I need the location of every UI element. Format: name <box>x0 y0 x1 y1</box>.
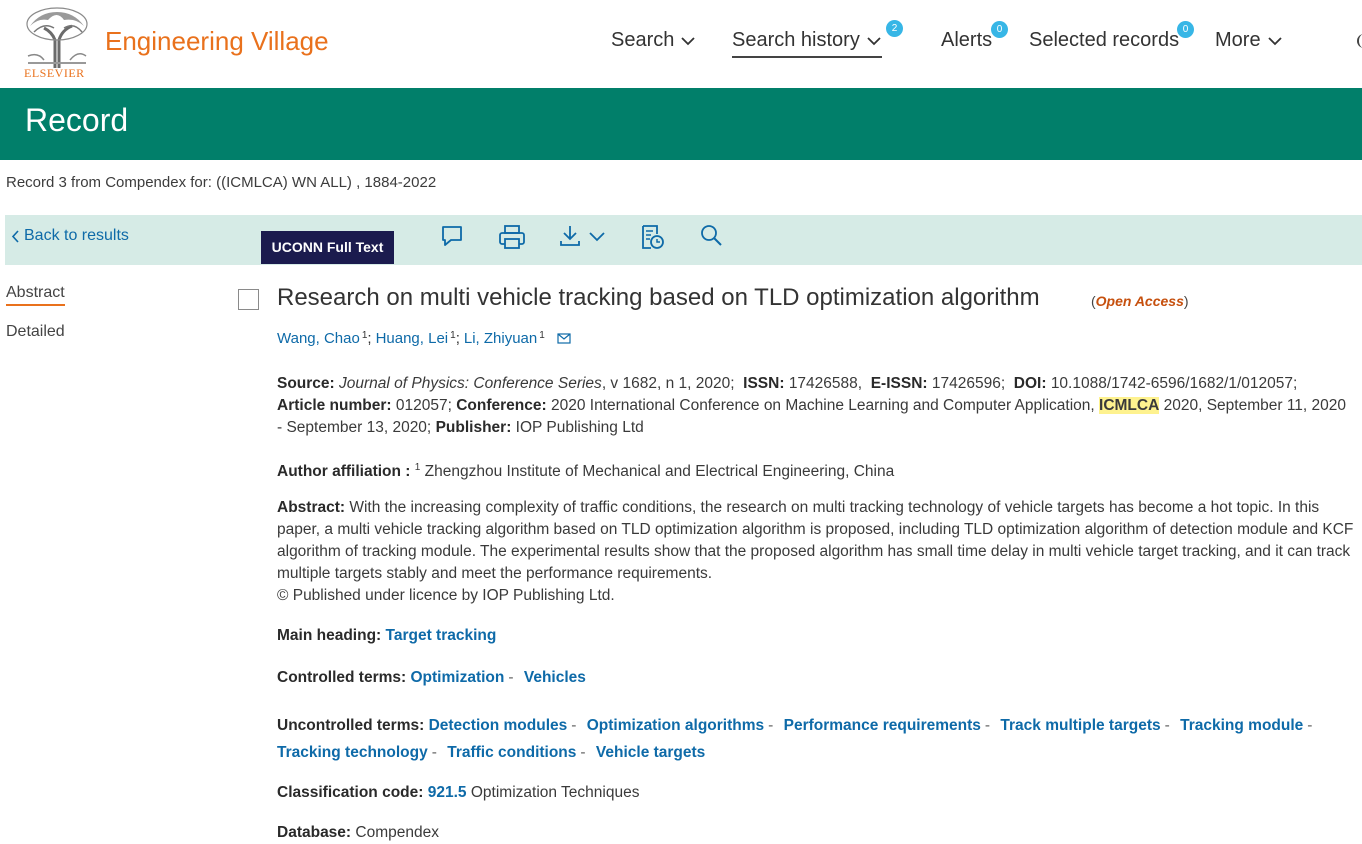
record-title: Research on multi vehicle tracking based… <box>277 284 1040 311</box>
back-to-results-label: Back to results <box>24 227 129 244</box>
journal-name: Journal of Physics: Conference Series <box>339 375 602 392</box>
classification-code-link[interactable]: 921.5 <box>428 784 467 801</box>
main-heading-field: Main heading: Target tracking <box>277 627 497 644</box>
author-affiliation-sup: 1 <box>539 330 545 341</box>
controlled-terms-field: Controlled terms: Optimization - Vehicles <box>277 669 586 686</box>
search-term-highlight: ICMLCA <box>1099 397 1160 414</box>
nav-search-history-label: Search history <box>732 29 860 51</box>
affiliation-field: Author affiliation : 1 Zhengzhou Institu… <box>277 462 895 481</box>
alerts-count-badge: 0 <box>991 21 1008 38</box>
tab-detailed[interactable]: Detailed <box>6 323 65 341</box>
author-link[interactable]: Li, Zhiyuan <box>464 330 537 347</box>
open-access-text: Open Access <box>1095 293 1184 309</box>
page-banner: Record <box>0 88 1362 160</box>
uncontrolled-term-link[interactable]: Track multiple targets <box>1000 717 1160 734</box>
uncontrolled-term-link[interactable]: Performance requirements <box>784 717 981 734</box>
chevron-down-icon <box>1267 36 1282 45</box>
controlled-term-link[interactable]: Optimization <box>411 669 505 686</box>
uncontrolled-terms-field: Uncontrolled terms: Detection modules - O… <box>277 717 1313 761</box>
nav-search[interactable]: Search <box>611 29 696 52</box>
abstract-field: Abstract: With the increasing complexity… <box>277 499 1354 604</box>
chevron-left-icon <box>11 229 19 243</box>
search-history-count-badge: 2 <box>886 20 903 37</box>
uncontrolled-term-link[interactable]: Tracking technology <box>277 744 428 761</box>
database-field: Database: Compendex <box>277 824 439 841</box>
source-field: Source: Journal of Physics: Conference S… <box>277 375 1347 436</box>
select-record-checkbox[interactable] <box>238 289 259 310</box>
nav-search-label: Search <box>611 29 675 51</box>
top-header: ELSEVIER Engineering Village Search Sear… <box>0 0 1362 88</box>
history-icon[interactable] <box>639 223 667 253</box>
email-icon[interactable] <box>557 333 571 344</box>
uncontrolled-term-link[interactable]: Optimization algorithms <box>587 717 764 734</box>
chevron-down-icon <box>681 36 696 45</box>
tab-abstract[interactable]: Abstract <box>6 284 65 306</box>
author-link[interactable]: Wang, Chao <box>277 330 360 347</box>
chevron-down-icon <box>867 36 881 45</box>
download-icon[interactable] <box>558 223 608 249</box>
record-toolbar: Back to results UCONN Full Text <box>5 215 1362 265</box>
uncontrolled-term-link[interactable]: Vehicle targets <box>596 744 705 761</box>
classification-field: Classification code: 921.5 Optimization … <box>277 784 640 801</box>
nav-selected-records-label: Selected records <box>1029 29 1180 51</box>
nav-search-history[interactable]: Search history <box>732 29 882 58</box>
uncontrolled-term-link[interactable]: Detection modules <box>429 717 568 734</box>
comment-icon[interactable] <box>439 223 465 249</box>
abstract-text: With the increasing complexity of traffi… <box>277 499 1354 582</box>
uncontrolled-term-link[interactable]: Tracking module <box>1180 717 1303 734</box>
elsevier-tree-logo-icon[interactable] <box>24 6 90 68</box>
author-link[interactable]: Huang, Lei <box>376 330 449 347</box>
nav-alerts[interactable]: Alerts <box>941 29 992 52</box>
selected-records-count-badge: 0 <box>1177 21 1194 38</box>
search-icon[interactable] <box>699 223 725 249</box>
full-text-button[interactable]: UCONN Full Text <box>261 231 394 264</box>
open-access-label: (Open Access) <box>1091 293 1189 309</box>
page-title: Record <box>25 102 129 138</box>
doi-value: 10.1088/1742-6596/1682/1/012057; <box>1050 375 1298 392</box>
controlled-term-link[interactable]: Vehicles <box>524 669 586 686</box>
brand-name[interactable]: Engineering Village <box>105 26 329 57</box>
nav-alerts-label: Alerts <box>941 29 993 51</box>
author-list: Wang, Chao 1; Huang, Lei 1; Li, Zhiyuan 1 <box>277 330 571 347</box>
uncontrolled-term-link[interactable]: Traffic conditions <box>447 744 576 761</box>
main-heading-link[interactable]: Target tracking <box>386 627 497 644</box>
record-source-info: Record 3 from Compendex for: ((ICMLCA) W… <box>6 174 437 191</box>
copyright-notice: © Published under licence by IOP Publish… <box>277 587 615 604</box>
nav-more[interactable]: More <box>1215 29 1283 52</box>
user-menu-icon[interactable] <box>1357 34 1362 48</box>
elsevier-wordmark: ELSEVIER <box>24 66 85 80</box>
print-icon[interactable] <box>497 223 527 251</box>
nav-more-label: More <box>1215 29 1261 51</box>
back-to-results-link[interactable]: Back to results <box>11 227 129 245</box>
nav-selected-records[interactable]: Selected records <box>1029 29 1179 52</box>
